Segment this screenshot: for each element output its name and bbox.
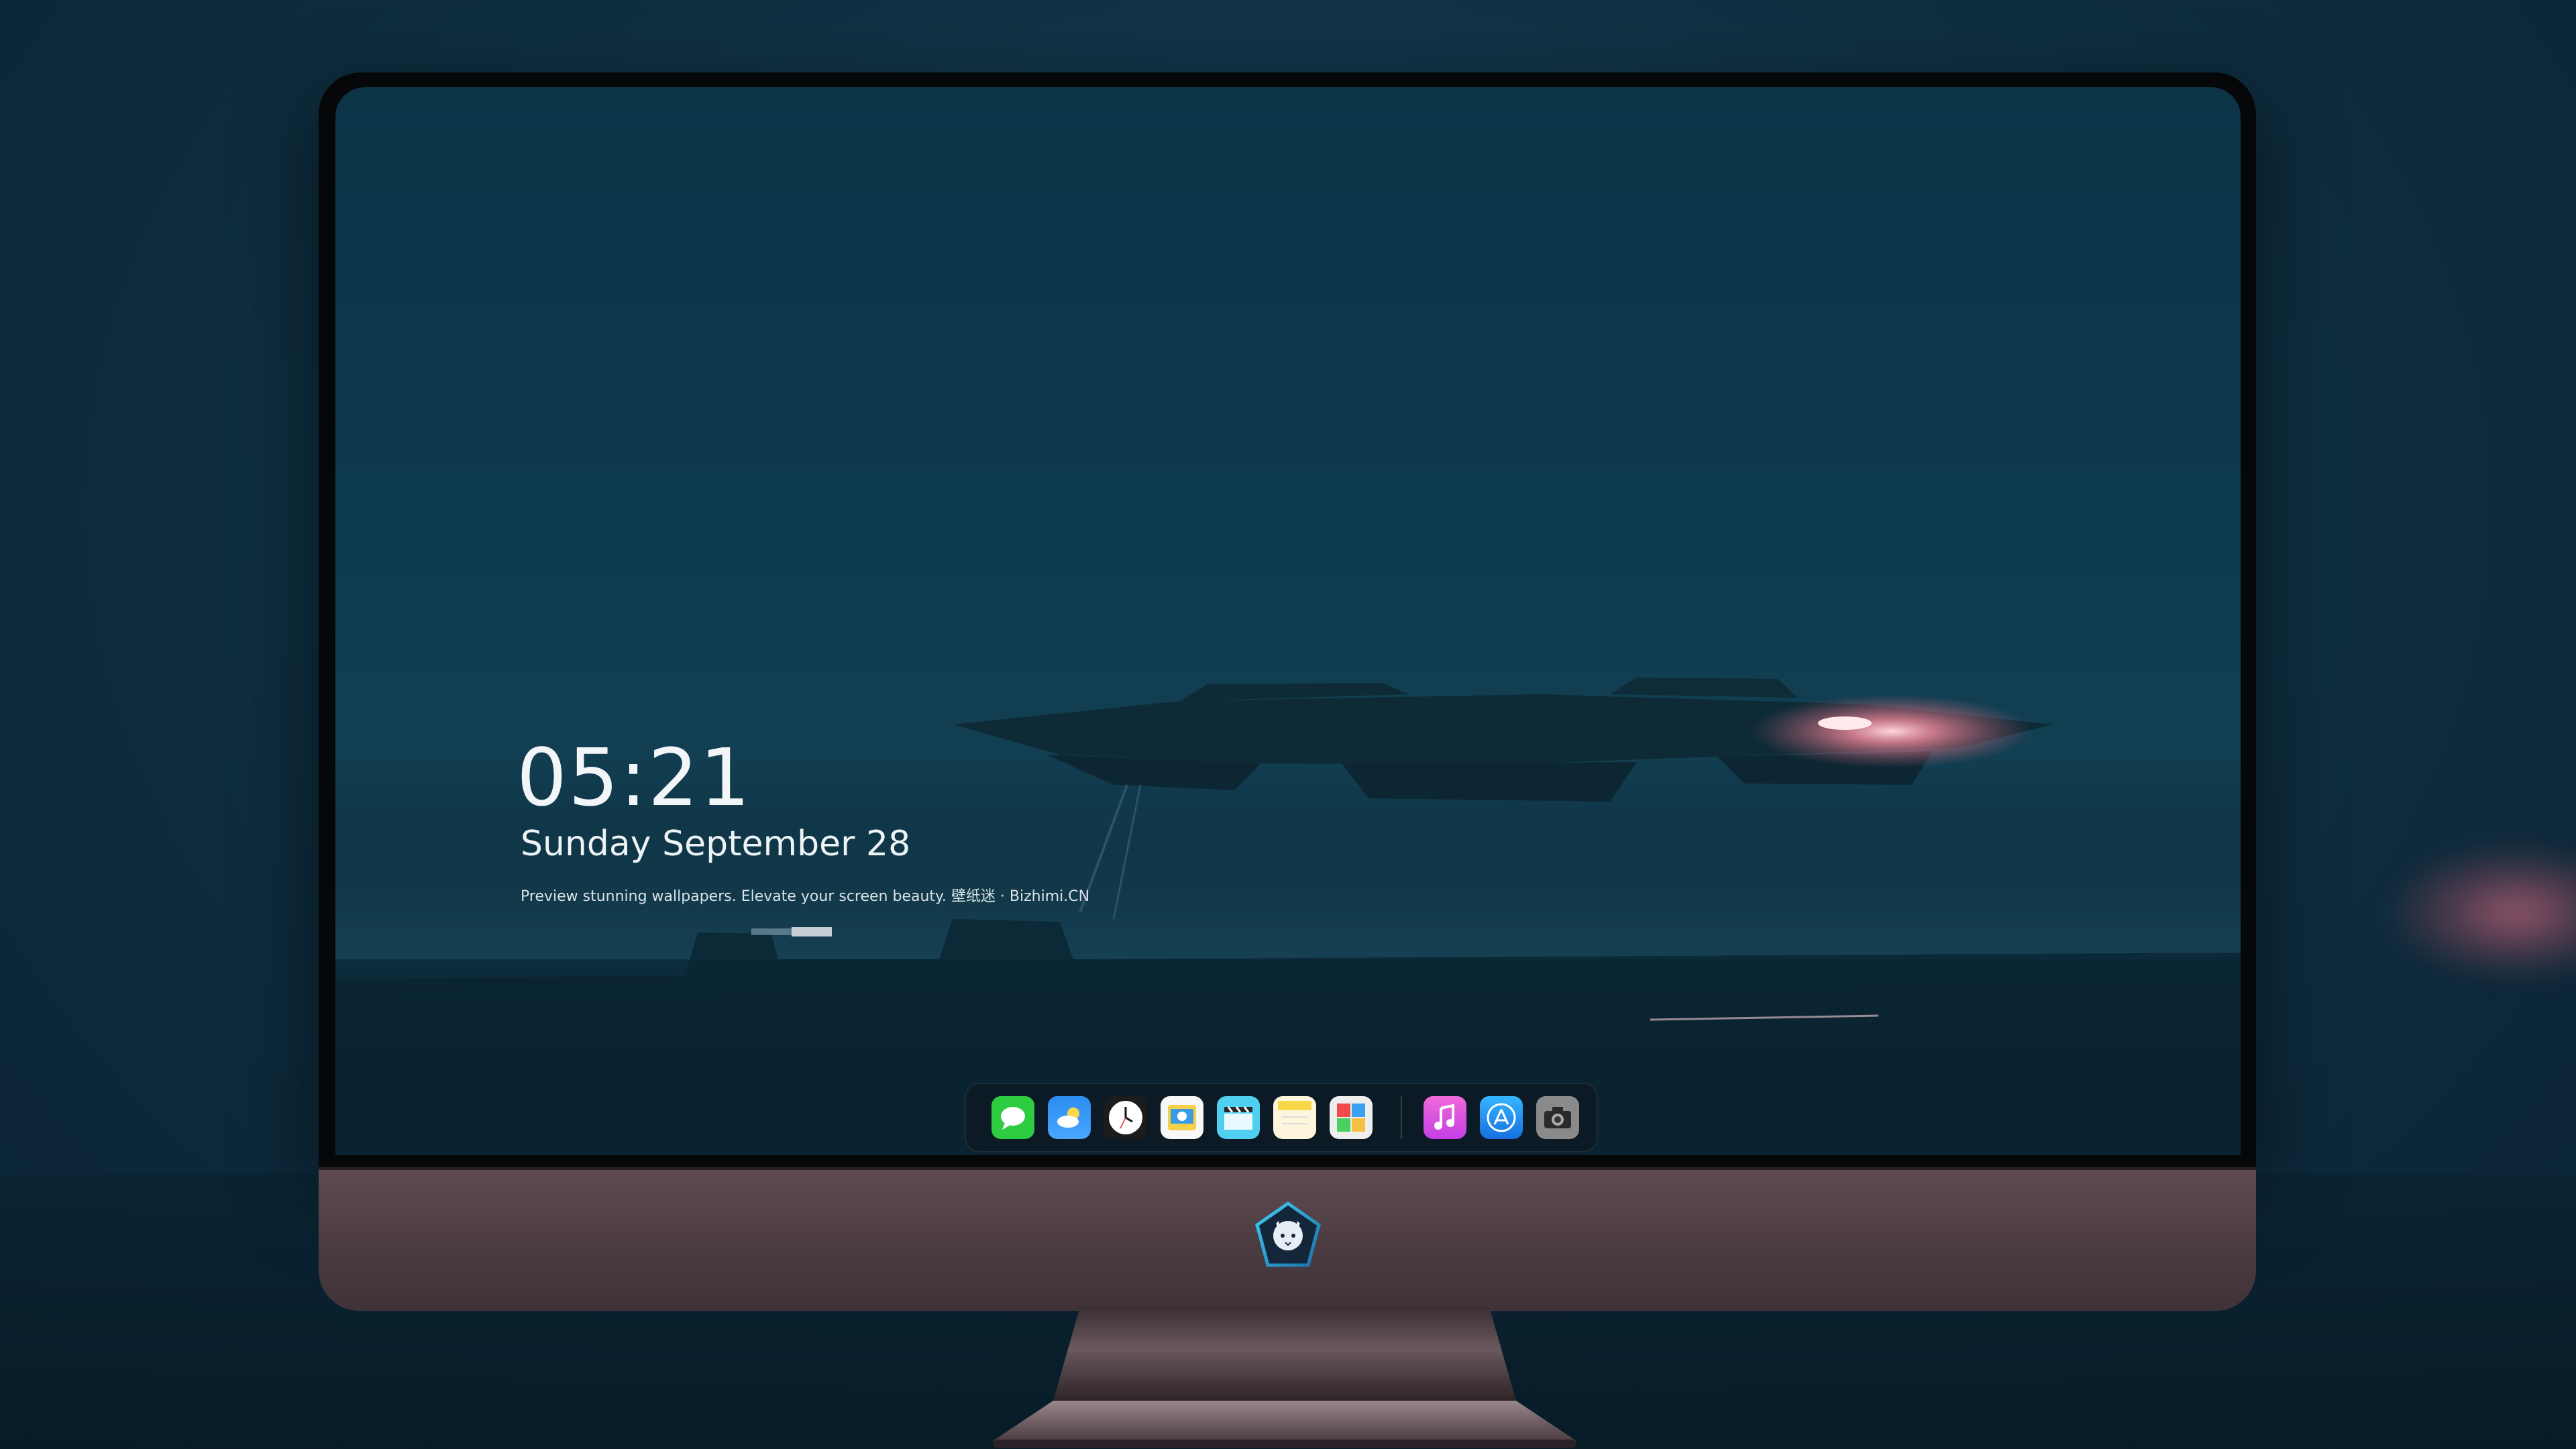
camera-icon[interactable] bbox=[1536, 1096, 1579, 1139]
notes-icon[interactable] bbox=[1273, 1096, 1316, 1139]
app-store-icon[interactable] bbox=[1480, 1096, 1523, 1139]
photo-grid-icon[interactable] bbox=[1330, 1096, 1373, 1139]
monitor-screen: 05:21 Sunday September 28 Preview stunni… bbox=[335, 87, 2241, 1155]
lockscreen-date: Sunday September 28 bbox=[521, 824, 911, 864]
clapperboard-icon[interactable] bbox=[1217, 1096, 1260, 1139]
music-note-icon[interactable] bbox=[1424, 1096, 1466, 1139]
wolf-logo-icon bbox=[1255, 1201, 1321, 1267]
monitor-stand bbox=[993, 1307, 1576, 1448]
dock-separator bbox=[1401, 1096, 1402, 1139]
background-glow bbox=[2388, 845, 2576, 979]
weather-icon[interactable] bbox=[1048, 1096, 1091, 1139]
lockscreen-time: 05:21 bbox=[517, 731, 752, 824]
desktop-background: 05:21 Sunday September 28 Preview stunni… bbox=[0, 0, 2576, 1449]
lockscreen-tagline: Preview stunning wallpapers. Elevate you… bbox=[521, 888, 1090, 905]
dock bbox=[965, 1083, 1598, 1152]
messages-icon[interactable] bbox=[991, 1096, 1034, 1139]
clock-icon[interactable] bbox=[1104, 1096, 1147, 1139]
preview-icon[interactable] bbox=[1161, 1096, 1203, 1139]
wallpaper-scene bbox=[335, 678, 2241, 1155]
